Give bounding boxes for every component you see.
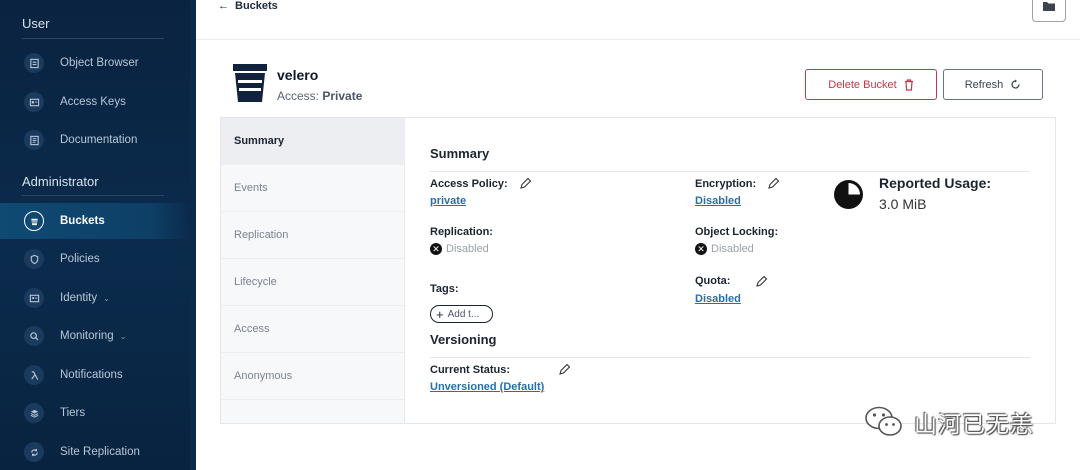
current-status-value[interactable]: Unversioned (Default) — [430, 381, 544, 393]
object-locking-status: ✕ Disabled — [695, 243, 754, 255]
sidebar-item-site-replication[interactable]: Site Replication — [0, 434, 190, 470]
replication-label: Replication: — [430, 226, 493, 238]
sidebar-item-label: Access Keys — [60, 96, 126, 108]
documentation-icon — [24, 130, 44, 150]
tags-label: Tags: — [430, 283, 459, 295]
delete-bucket-label: Delete Bucket — [828, 78, 897, 91]
sidebar-divider — [22, 38, 164, 39]
tab-summary[interactable]: Summary — [221, 118, 405, 165]
identity-icon — [24, 288, 44, 308]
site-replication-icon — [24, 442, 44, 462]
versioning-heading: Versioning — [430, 332, 497, 347]
trash-icon — [904, 78, 913, 91]
add-tag-button[interactable]: + Add t... — [430, 305, 493, 323]
edit-quota-icon[interactable] — [755, 275, 768, 288]
sidebar-section-administrator: Administrator — [22, 174, 99, 189]
object-locking-label: Object Locking: — [695, 226, 779, 238]
usage-pie-icon — [834, 180, 863, 209]
summary-heading: Summary — [430, 146, 490, 161]
access-keys-icon — [24, 92, 44, 112]
tab-lifecycle[interactable]: Lifecycle — [221, 259, 405, 306]
sidebar-item-object-browser[interactable]: Object Browser — [0, 45, 190, 81]
lambda-icon — [24, 365, 44, 385]
breadcrumb-label: Buckets — [235, 0, 278, 12]
tab-events[interactable]: Events — [221, 165, 405, 212]
edit-encryption-icon[interactable] — [767, 177, 780, 190]
delete-bucket-button[interactable]: Delete Bucket — [805, 69, 937, 100]
object-browser-icon — [24, 53, 44, 73]
disabled-x-icon: ✕ — [695, 243, 707, 255]
refresh-button[interactable]: Refresh — [943, 69, 1043, 100]
sidebar-item-label: Buckets — [60, 215, 105, 227]
edit-versioning-icon[interactable] — [558, 363, 571, 376]
bucket-access: Access: Private — [277, 89, 363, 103]
bucket-access-value: Private — [322, 89, 363, 103]
sidebar-item-label: Object Browser — [60, 57, 139, 69]
sidebar-edge — [190, 0, 196, 470]
current-status-label: Current Status: — [430, 364, 511, 376]
sidebar-item-tiers[interactable]: Tiers — [0, 395, 190, 431]
sidebar-item-label: Notifications — [60, 369, 123, 381]
tiers-icon — [24, 403, 44, 423]
policies-icon — [24, 249, 44, 269]
tab-access[interactable]: Access — [221, 306, 405, 353]
monitoring-icon — [24, 326, 44, 346]
chevron-down-icon: ⌄ — [103, 294, 110, 303]
access-policy-value[interactable]: private — [430, 195, 466, 207]
add-tag-label: Add t... — [447, 308, 480, 320]
sidebar-divider — [22, 195, 164, 196]
sidebar-item-monitoring[interactable]: Monitoring ⌄ — [0, 318, 190, 354]
sidebar-item-label: Identity ⌄ — [60, 292, 110, 304]
chevron-down-icon: ⌄ — [119, 332, 127, 341]
bucket-icon — [233, 64, 267, 102]
replication-status: ✕ Disabled — [430, 243, 489, 255]
sidebar: User Object Browser Access Keys Document… — [0, 0, 190, 470]
refresh-label: Refresh — [964, 78, 1004, 91]
watermark-text: 山河已无恙 — [914, 412, 1034, 438]
reported-usage-value: 3.0 MiB — [879, 196, 927, 212]
refresh-icon — [1011, 79, 1020, 89]
buckets-icon — [24, 211, 44, 231]
sidebar-item-documentation[interactable]: Documentation — [0, 122, 190, 158]
quota-label: Quota: — [695, 275, 731, 287]
access-policy-label: Access Policy: — [430, 178, 508, 190]
bucket-tabs: Summary Events Replication Lifecycle Acc… — [221, 118, 405, 423]
disabled-x-icon: ✕ — [430, 243, 442, 255]
sidebar-item-label: Tiers — [60, 407, 86, 419]
encryption-value[interactable]: Disabled — [695, 195, 741, 207]
summary-divider — [430, 171, 1030, 172]
object-locking-value: Disabled — [711, 243, 754, 255]
folder-button[interactable] — [1032, 0, 1066, 22]
sidebar-item-identity[interactable]: Identity ⌄ — [0, 280, 190, 316]
reported-usage-label: Reported Usage: — [879, 175, 992, 191]
plus-icon: + — [436, 306, 444, 322]
replication-value: Disabled — [446, 243, 489, 255]
sidebar-item-notifications[interactable]: Notifications — [0, 357, 190, 393]
sidebar-item-label: Policies — [60, 253, 100, 265]
tab-anonymous[interactable]: Anonymous — [221, 353, 405, 400]
sidebar-item-label: Monitoring ⌄ — [60, 330, 127, 342]
arrow-left-icon: ← — [218, 0, 229, 12]
encryption-label: Encryption: — [695, 178, 757, 190]
sidebar-item-buckets[interactable]: Buckets — [0, 203, 190, 239]
back-to-buckets-link[interactable]: ← Buckets — [218, 0, 278, 12]
watermark: 山河已无恙 — [864, 405, 1034, 439]
sidebar-item-label: Documentation — [60, 134, 138, 146]
versioning-divider — [430, 357, 1030, 358]
folder-icon — [1043, 2, 1055, 11]
bucket-name: velero — [277, 67, 319, 83]
tab-replication[interactable]: Replication — [221, 212, 405, 259]
topbar: ← Buckets — [196, 0, 1080, 40]
sidebar-item-policies[interactable]: Policies — [0, 241, 190, 277]
sidebar-item-label: Site Replication — [60, 446, 140, 458]
sidebar-section-user: User — [22, 16, 50, 31]
sidebar-item-access-keys[interactable]: Access Keys — [0, 84, 190, 120]
quota-value[interactable]: Disabled — [695, 293, 741, 305]
edit-access-policy-icon[interactable] — [519, 177, 532, 190]
wechat-icon — [865, 406, 902, 436]
